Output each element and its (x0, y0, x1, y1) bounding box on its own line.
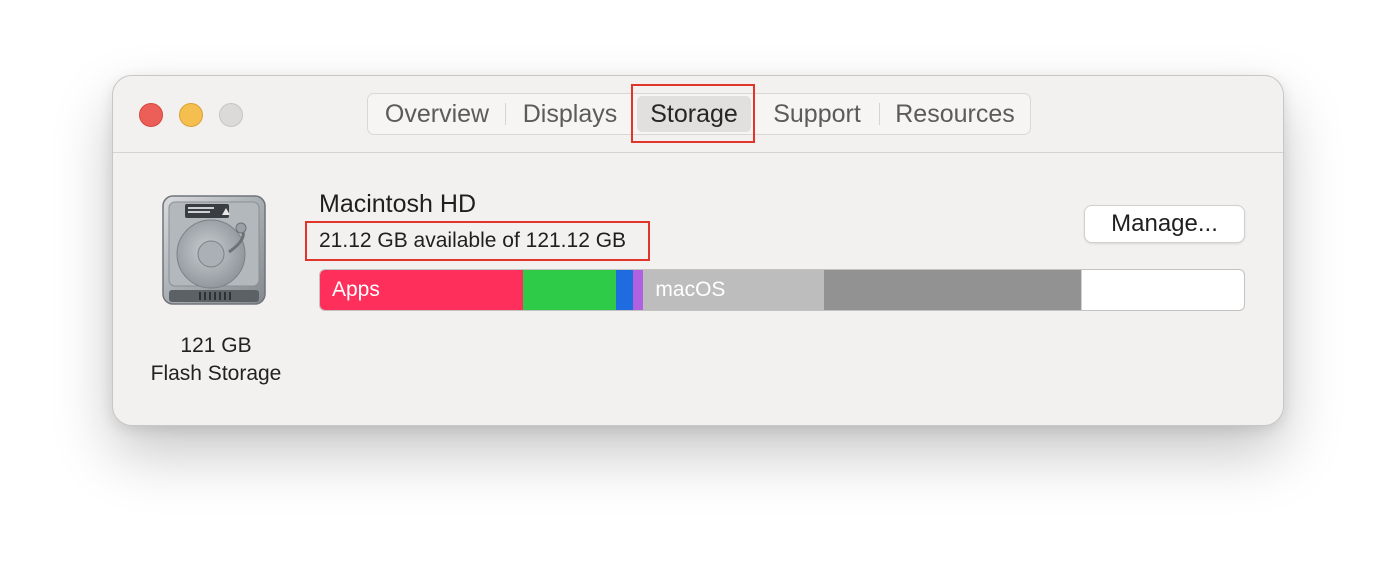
tab-bar: Overview Displays Storage Support Resour… (367, 93, 1031, 135)
storage-usage-bar: Apps macOS (319, 269, 1245, 311)
storage-segment-apps: Apps (320, 270, 524, 310)
disk-summary: 121 GB Flash Storage (133, 332, 299, 388)
tab-overview[interactable]: Overview (372, 94, 502, 134)
tab-divider (505, 103, 506, 125)
free-space-divider (1081, 270, 1083, 310)
tab-displays[interactable]: Displays (508, 94, 632, 134)
storage-segment (523, 270, 616, 310)
manage-button[interactable]: Manage... (1084, 205, 1245, 243)
tab-storage[interactable]: Storage (637, 96, 751, 132)
close-button[interactable] (139, 103, 163, 127)
minimize-button[interactable] (179, 103, 203, 127)
storage-segment (615, 270, 634, 310)
storage-segment-label: macOS (655, 278, 726, 301)
tab-divider (879, 103, 880, 125)
storage-segment (633, 270, 644, 310)
disk-capacity: 121 GB (180, 334, 252, 357)
storage-segment-label: Apps (332, 278, 380, 301)
hard-drive-icon (162, 195, 266, 305)
storage-segment-macos: macOS (643, 270, 824, 310)
volume-name: Macintosh HD (319, 190, 476, 218)
title-bar: Overview Displays Storage Support Resour… (113, 76, 1283, 153)
tab-support[interactable]: Support (758, 94, 876, 134)
tab-resources[interactable]: Resources (882, 94, 1028, 134)
zoom-button[interactable] (219, 103, 243, 127)
about-this-mac-window: Overview Displays Storage Support Resour… (112, 75, 1284, 426)
volume-available: 21.12 GB available of 121.12 GB (319, 229, 627, 252)
storage-segment (823, 270, 1082, 310)
disk-type: Flash Storage (150, 362, 282, 385)
